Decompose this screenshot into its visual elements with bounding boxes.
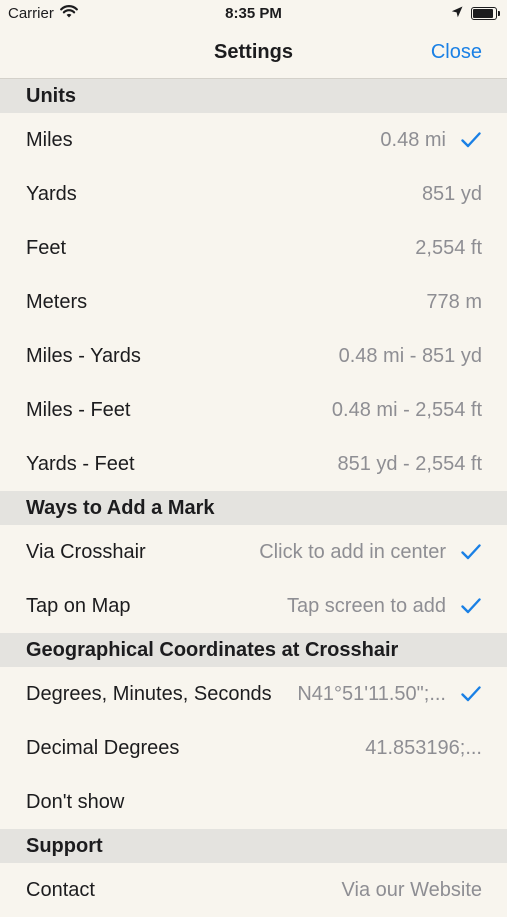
row-value: Via our Website <box>341 878 482 901</box>
row-value: 0.48 mi - 851 yd <box>338 344 482 367</box>
row-label: Feet <box>26 236 67 259</box>
row-value: 41.853196;... <box>365 736 482 759</box>
units-row-miles[interactable]: Miles 0.48 mi <box>0 113 507 167</box>
row-label: Decimal Degrees <box>26 736 180 759</box>
row-value: N41°51'11.50";... <box>297 682 446 705</box>
location-arrow-icon <box>451 5 463 22</box>
row-label: Miles - Yards <box>26 344 141 367</box>
row-value: 851 yd <box>421 182 482 205</box>
close-button[interactable]: Close <box>431 41 482 64</box>
navigation-bar: Settings Close <box>0 28 507 79</box>
units-list: Miles 0.48 mi Yards 851 yd Feet 2,554 ft Meter… <box>0 113 507 491</box>
row-label: Degrees, Minutes, Seconds <box>26 682 272 705</box>
units-row-miles-feet[interactable]: Miles - Feet 0.48 mi - 2,554 ft <box>0 383 507 437</box>
units-row-miles-yards[interactable]: Miles - Yards 0.48 mi - 851 yd <box>0 329 507 383</box>
row-value: 2,554 ft <box>415 236 482 259</box>
row-value: 0.48 mi - 2,554 ft <box>331 398 482 421</box>
section-header-coordinates: Geographical Coordinates at Crosshair <box>0 633 507 667</box>
row-label: Miles <box>26 128 73 151</box>
status-bar: Carrier 8:35 PM <box>0 0 507 28</box>
row-label: Contact <box>26 878 95 901</box>
units-row-meters[interactable]: Meters 778 m <box>0 275 507 329</box>
row-label: Don't show <box>26 790 125 813</box>
battery-icon <box>471 7 500 20</box>
units-row-feet[interactable]: Feet 2,554 ft <box>0 221 507 275</box>
coordinates-row-don-t-show[interactable]: Don't show <box>0 775 507 829</box>
support-row-contact[interactable]: Contact Via our Website <box>0 863 507 917</box>
checkmark-icon <box>460 598 482 614</box>
row-label: Tap on Map <box>26 594 131 617</box>
units-row-yards[interactable]: Yards 851 yd <box>0 167 507 221</box>
coordinates-row-degrees-minutes-seconds[interactable]: Degrees, Minutes, Seconds N41°51'11.50";.… <box>0 667 507 721</box>
add-mark-row-via-crosshair[interactable]: Via Crosshair Click to add in center <box>0 525 507 579</box>
row-value: Click to add in center <box>259 540 446 563</box>
units-row-yards-feet[interactable]: Yards - Feet 851 yd - 2,554 ft <box>0 437 507 491</box>
checkmark-icon <box>460 686 482 702</box>
row-value: 778 m <box>426 290 482 313</box>
add-mark-list: Via Crosshair Click to add in center Tap o… <box>0 525 507 633</box>
section-header-support: Support <box>0 829 507 863</box>
section-header-add-mark: Ways to Add a Mark <box>0 491 507 525</box>
section-header-units: Units <box>0 79 507 113</box>
coordinates-row-decimal-degrees[interactable]: Decimal Degrees 41.853196;... <box>0 721 507 775</box>
coordinates-list: Degrees, Minutes, Seconds N41°51'11.50";.… <box>0 667 507 829</box>
checkmark-icon <box>460 132 482 148</box>
row-value: Tap screen to add <box>287 594 446 617</box>
status-right <box>451 5 500 22</box>
row-label: Miles - Feet <box>26 398 131 421</box>
add-mark-row-tap-on-map[interactable]: Tap on Map Tap screen to add <box>0 579 507 633</box>
support-list: Contact Via our Website <box>0 863 507 917</box>
status-time: 8:35 PM <box>225 5 282 22</box>
row-label: Meters <box>26 290 88 313</box>
row-value: 851 yd - 2,554 ft <box>337 452 482 475</box>
row-label: Yards <box>26 182 77 205</box>
row-value: 0.48 mi <box>380 128 446 151</box>
checkmark-icon <box>460 544 482 560</box>
row-label: Yards - Feet <box>26 452 135 475</box>
row-label: Via Crosshair <box>26 540 146 563</box>
